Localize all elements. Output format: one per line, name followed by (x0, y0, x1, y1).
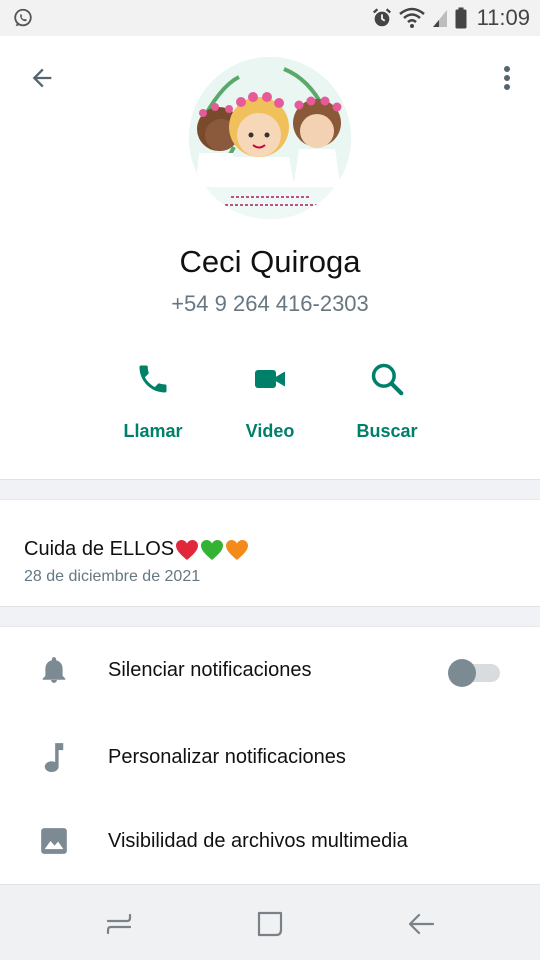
avatar-illustration (189, 57, 351, 219)
status-time: 11:09 (476, 5, 530, 30)
contact-name: Ceci Quiroga (179, 244, 361, 279)
phone-icon (139, 365, 167, 393)
recents-button[interactable] (99, 909, 139, 939)
music-note-icon (40, 743, 68, 772)
video-label: Video (245, 421, 295, 441)
alarm-icon (372, 8, 391, 27)
whatsapp-icon (14, 8, 32, 27)
custom-notifications-label: Personalizar notificaciones (108, 746, 346, 768)
orange-heart-icon (226, 539, 249, 560)
mute-notifications-row[interactable]: Silenciar notificaciones (0, 628, 540, 712)
back-nav-button[interactable] (401, 909, 441, 939)
home-icon (257, 911, 283, 937)
signal-icon (432, 10, 447, 27)
heart-emojis (175, 539, 249, 561)
arrow-left-icon (32, 68, 52, 88)
about-date: 28 de diciembre de 2021 (24, 568, 201, 585)
call-label: Llamar (123, 421, 183, 441)
red-heart-icon (176, 539, 199, 560)
battery-icon (455, 7, 467, 29)
back-icon (408, 913, 435, 935)
contact-actions: Llamar Video Buscar (0, 355, 540, 455)
home-button[interactable] (250, 909, 290, 939)
video-camera-icon (255, 370, 285, 388)
recents-icon (106, 913, 132, 935)
section-divider (0, 606, 540, 627)
back-button[interactable] (22, 58, 62, 98)
custom-notifications-row[interactable]: Personalizar notificaciones (0, 715, 540, 799)
status-bar: 11:09 (0, 0, 540, 36)
section-divider (0, 479, 540, 500)
about-section[interactable]: Cuida de ELLOS 28 de diciembre de 2021 (0, 500, 540, 606)
search-icon (371, 363, 404, 396)
search-label: Buscar (356, 421, 418, 441)
wifi-icon (398, 7, 425, 28)
image-icon (40, 827, 68, 855)
more-options-button[interactable] (492, 60, 522, 96)
mute-notifications-label: Silenciar notificaciones (108, 659, 312, 681)
mute-notifications-toggle[interactable] (448, 659, 500, 687)
system-nav-bar (0, 884, 540, 960)
about-text: Cuida de ELLOS (24, 538, 175, 560)
video-button[interactable]: Video (215, 355, 325, 442)
call-button[interactable]: Llamar (98, 355, 208, 442)
media-visibility-row[interactable]: Visibilidad de archivos multimedia (0, 799, 540, 883)
media-visibility-label: Visibilidad de archivos multimedia (108, 830, 408, 852)
contact-avatar[interactable] (189, 57, 351, 219)
green-heart-icon (201, 539, 224, 560)
search-button[interactable]: Buscar (332, 355, 442, 442)
bell-icon (40, 656, 68, 684)
contact-phone: +54 9 264 416-2303 (171, 291, 369, 316)
toggle-thumb (448, 659, 476, 687)
more-vert-icon (504, 66, 510, 90)
